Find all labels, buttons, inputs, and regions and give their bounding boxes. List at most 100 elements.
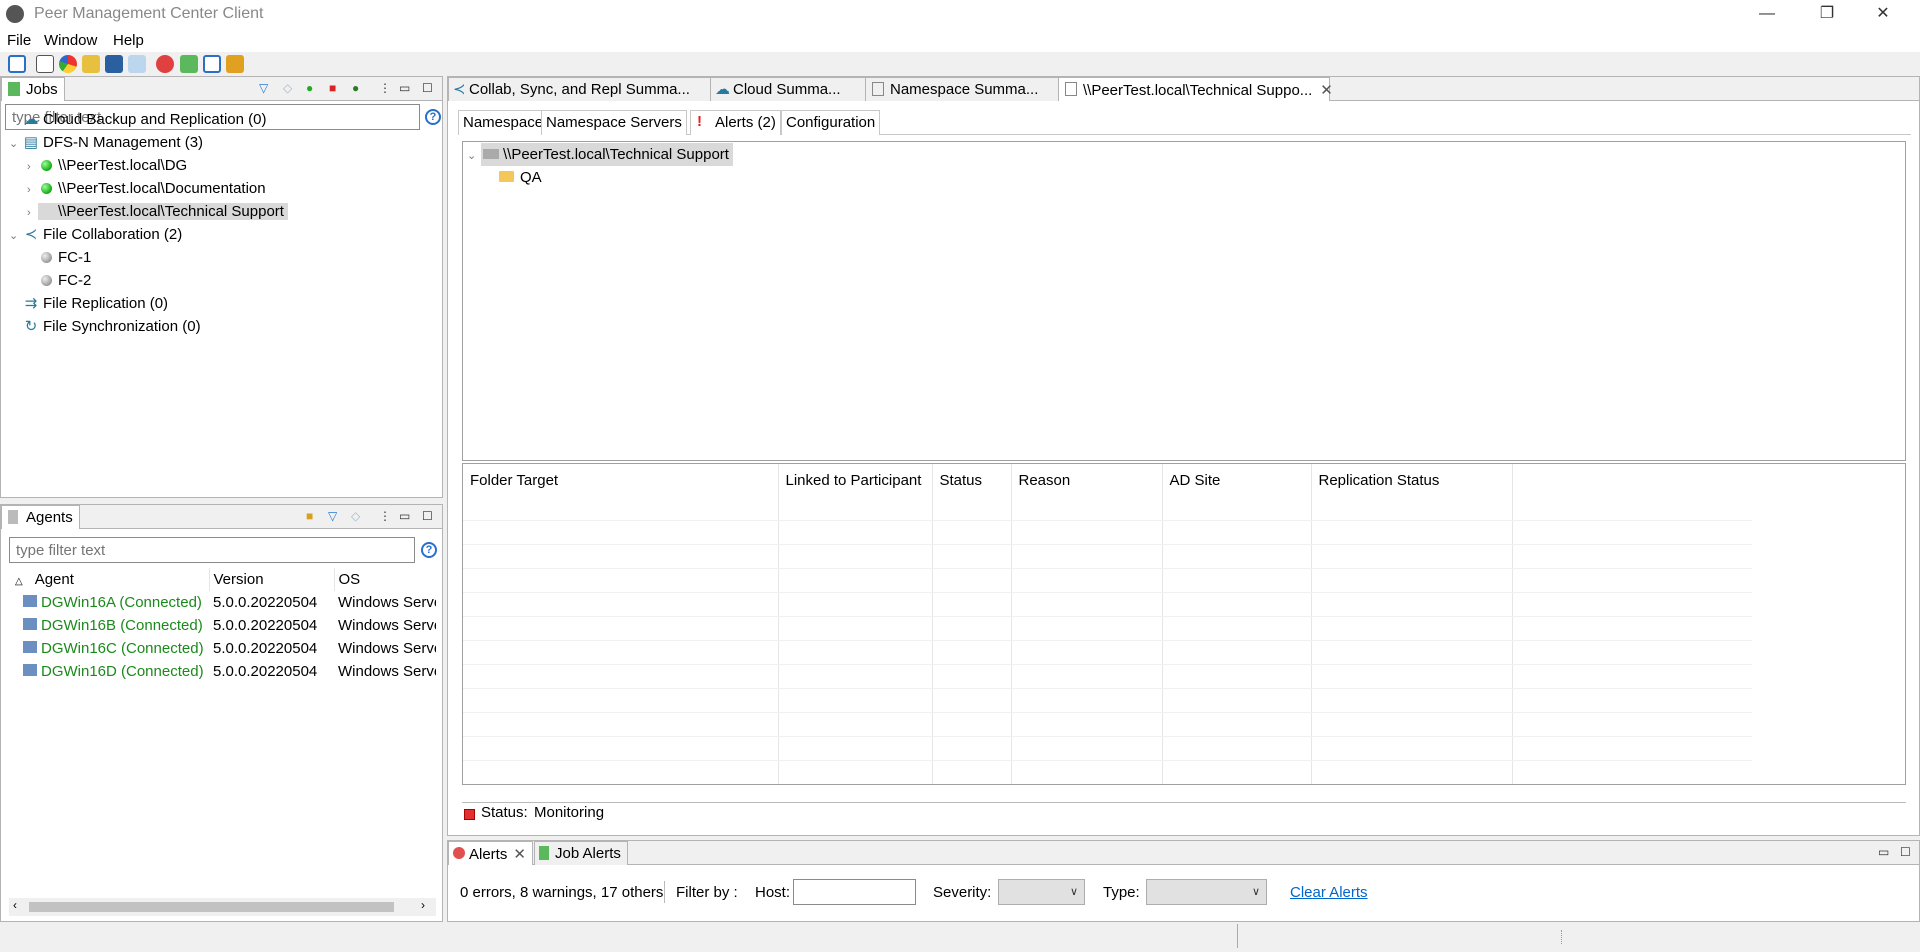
agent-icon[interactable] [82, 55, 100, 73]
divider [462, 802, 1906, 803]
scroll-left-icon[interactable]: ‹ [13, 898, 17, 912]
agent-add-icon[interactable]: ■ [306, 509, 313, 523]
chevron-down-icon: ∨ [1251, 886, 1260, 898]
column-header[interactable]: Linked to Participant [778, 464, 933, 496]
close-tab-icon[interactable]: ✕ [1320, 82, 1333, 99]
tab-alerts[interactable]: Alerts ✕ [448, 841, 533, 865]
alert-icon[interactable] [156, 55, 174, 73]
table-row[interactable]: DGWin16D (Connected) 5.0.0.20220504 Window… [9, 660, 436, 683]
subtab-namespace-servers[interactable]: Namespace Servers [541, 110, 687, 135]
jobs-icon[interactable] [180, 55, 198, 73]
help-icon[interactable]: ? [421, 542, 437, 558]
tag-icon[interactable]: ◇ [283, 81, 292, 95]
table-cell [1512, 760, 1752, 784]
column-os[interactable]: OS [334, 568, 436, 591]
maximize-panel-icon[interactable]: ☐ [422, 509, 433, 523]
maximize-panel-icon[interactable]: ☐ [1900, 845, 1911, 859]
scrollbar-thumb[interactable] [29, 902, 394, 912]
severity-dropdown[interactable]: ∨ [998, 879, 1085, 905]
column-header[interactable]: Status [932, 464, 1012, 496]
properties-icon[interactable] [36, 55, 54, 73]
column-agent[interactable]: △ Agent [9, 568, 210, 591]
status-dot-icon [41, 275, 52, 286]
column-header[interactable] [1512, 464, 1752, 496]
chevron-down-icon[interactable]: ⌄ [467, 145, 481, 168]
tab-collab-summary[interactable]: ≺ Collab, Sync, and Repl Summa... [448, 77, 711, 101]
tag-icon[interactable] [128, 55, 146, 73]
tree-item[interactable]: › \\PeerTest.local\Documentation [27, 177, 266, 200]
tree-item[interactable]: FC-2 [27, 269, 91, 292]
tab-technical-support[interactable]: \\PeerTest.local\Technical Suppo... ✕ [1058, 77, 1333, 101]
tab-cloud-summary[interactable]: ☁ Cloud Summa... [710, 77, 866, 101]
view-menu-icon[interactable]: ⋮ [379, 509, 391, 523]
close-tab-icon[interactable]: ✕ [513, 846, 526, 863]
tree-item[interactable]: ⌄ ≺ File Collaboration (2) [9, 223, 182, 246]
chevron-down-icon[interactable]: ⌄ [9, 225, 23, 248]
table-row [463, 592, 1752, 617]
sync-icon[interactable] [226, 55, 244, 73]
tree-item[interactable]: FC-1 [27, 246, 91, 269]
start-icon[interactable]: ● [306, 81, 313, 95]
clear-alerts-link[interactable]: Clear Alerts [1290, 884, 1368, 901]
tree-item-root[interactable]: ⌄ \\PeerTest.local\Technical Support [467, 143, 733, 166]
jobs-icon [539, 846, 549, 860]
view-menu-icon[interactable]: ⋮ [379, 81, 391, 95]
agents-filter-input[interactable] [9, 537, 415, 563]
tree-item[interactable]: ☁ Cloud Backup and Replication (0) [9, 108, 267, 131]
new-job-icon[interactable] [8, 55, 26, 73]
menu-window[interactable]: Window [44, 32, 97, 49]
minimize-panel-icon[interactable]: ▭ [399, 509, 410, 523]
subtab-namespace[interactable]: Namespace [458, 110, 549, 135]
menu-help[interactable]: Help [113, 32, 144, 49]
chart-icon[interactable] [59, 55, 77, 73]
run-icon[interactable]: ● [352, 81, 359, 95]
tree-item[interactable]: ↻ File Synchronization (0) [9, 315, 201, 338]
column-header[interactable]: Folder Target [463, 464, 779, 496]
table-cell [1162, 568, 1312, 593]
minimize-button[interactable]: — [1744, 2, 1790, 26]
filter-icon[interactable]: ▽ [328, 509, 337, 523]
column-header[interactable]: Replication Status [1311, 464, 1513, 496]
table-cell [1311, 640, 1513, 665]
agents-tab[interactable]: Agents [1, 505, 80, 529]
close-button[interactable]: ✕ [1860, 2, 1906, 26]
scroll-right-icon[interactable]: › [421, 898, 425, 912]
type-dropdown[interactable]: ∨ [1146, 879, 1267, 905]
schedule-icon[interactable] [105, 55, 123, 73]
chevron-right-icon[interactable]: › [27, 156, 41, 179]
table-row [463, 760, 1752, 784]
table-row[interactable]: DGWin16B (Connected) 5.0.0.20220504 Window… [9, 614, 436, 637]
tree-item-qa[interactable]: QA [499, 166, 542, 189]
jobs-panel: Jobs ▽ ◇ ● ■ ● ⋮ ▭ ☐ ? ☁Cloud Backup and… [0, 76, 443, 498]
tab-namespace-summary[interactable]: Namespace Summa... [865, 77, 1059, 101]
horizontal-scrollbar[interactable]: ‹ › [9, 898, 436, 916]
clipboard-icon[interactable] [203, 55, 221, 73]
tree-item[interactable]: › \\PeerTest.local\Technical Support [27, 200, 288, 223]
filter-icon[interactable]: ▽ [259, 81, 268, 95]
column-version[interactable]: Version [209, 568, 335, 591]
host-input[interactable] [793, 879, 916, 905]
menu-file[interactable]: File [7, 32, 31, 49]
table-row[interactable]: DGWin16A (Connected) 5.0.0.20220504 Window… [9, 591, 436, 614]
tree-item[interactable]: › \\PeerTest.local\DG [27, 154, 187, 177]
jobs-tab[interactable]: Jobs [1, 77, 65, 101]
restore-button[interactable]: ❐ [1804, 2, 1850, 26]
chevron-right-icon[interactable]: › [27, 179, 41, 202]
stop-icon[interactable]: ■ [329, 81, 336, 95]
tree-item[interactable]: ⇉ File Replication (0) [9, 292, 168, 315]
tag-icon[interactable]: ◇ [351, 509, 360, 523]
minimize-panel-icon[interactable]: ▭ [399, 81, 410, 95]
column-header[interactable]: AD Site [1162, 464, 1312, 496]
table-cell [1512, 520, 1752, 545]
subtab-alerts[interactable]: ! Alerts (2) [690, 110, 781, 135]
column-header[interactable]: Reason [1011, 464, 1163, 496]
chevron-down-icon[interactable]: ⌄ [9, 133, 23, 156]
tab-job-alerts[interactable]: Job Alerts [534, 841, 628, 865]
minimize-panel-icon[interactable]: ▭ [1878, 845, 1889, 859]
maximize-panel-icon[interactable]: ☐ [422, 81, 433, 95]
agent-name: DGWin16D (Connected) [41, 663, 204, 680]
help-icon[interactable]: ? [425, 109, 441, 125]
subtab-configuration[interactable]: Configuration [781, 110, 881, 135]
tree-item[interactable]: ⌄ ▤ DFS-N Management (3) [9, 131, 203, 154]
table-row[interactable]: DGWin16C (Connected) 5.0.0.20220504 Window… [9, 637, 436, 660]
